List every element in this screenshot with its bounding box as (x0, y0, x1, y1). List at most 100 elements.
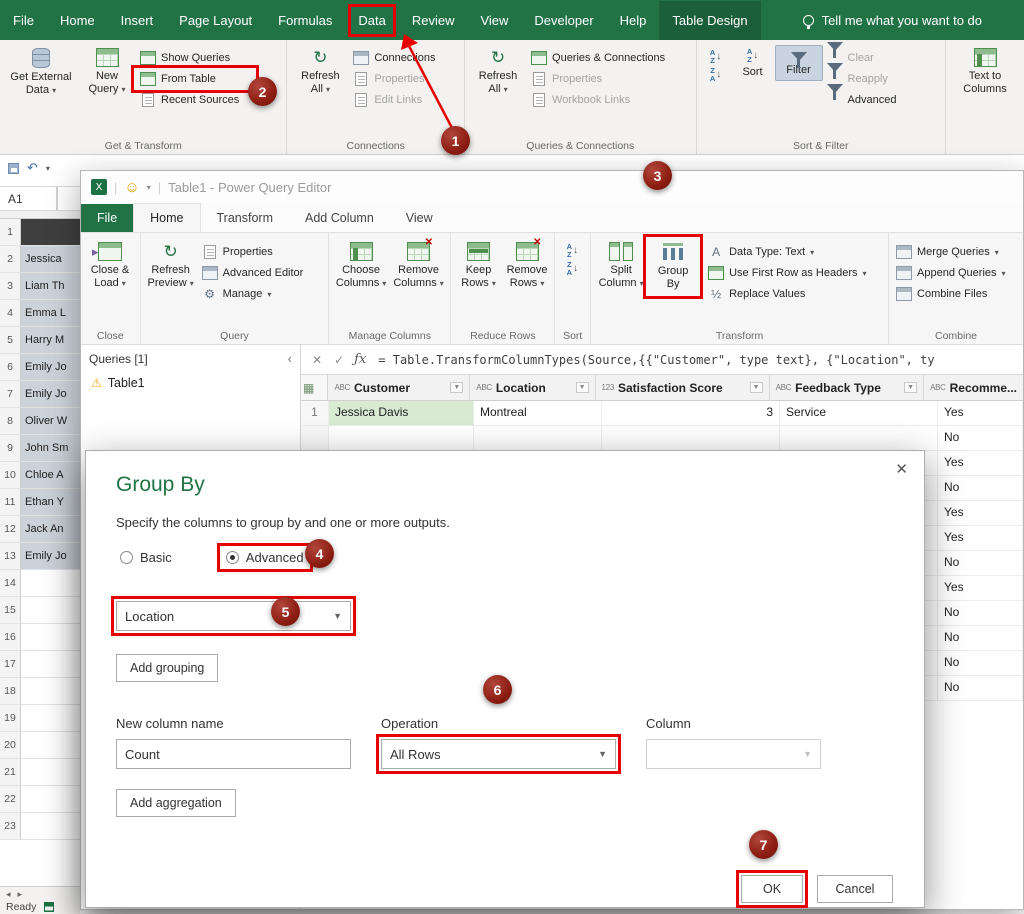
cell-recommend[interactable]: Yes (938, 576, 1023, 600)
close-icon[interactable]: ✕ (895, 460, 908, 478)
column-header-location[interactable]: ABC Location ▼ (470, 375, 595, 400)
advanced-editor-button[interactable]: Advanced Editor (198, 264, 324, 282)
pq-tab-transform[interactable]: Transform (201, 204, 290, 232)
ok-button[interactable]: OK (741, 875, 803, 903)
row-number[interactable]: 19 (0, 705, 21, 732)
show-queries-button[interactable]: Show Queries (136, 49, 254, 67)
row-number[interactable]: 21 (0, 759, 21, 786)
cell-feedback[interactable]: Service (780, 401, 938, 425)
cell-location[interactable] (474, 426, 602, 450)
sheet-row[interactable]: 19 (0, 705, 80, 732)
row-number[interactable]: 15 (0, 597, 21, 624)
name-box[interactable]: A1 (0, 187, 58, 210)
sheet-row[interactable]: 20 (0, 732, 80, 759)
cell-value[interactable] (21, 732, 80, 759)
cancel-formula-icon[interactable]: ✕ (307, 353, 327, 367)
cell-value[interactable]: Harry M (21, 327, 80, 354)
grid-row-1[interactable]: 1 Jessica Davis Montreal 3 Service Yes (301, 401, 1023, 426)
sheet-row[interactable]: 8 Oliver W (0, 408, 80, 435)
filter-dropdown-icon[interactable]: ▼ (904, 382, 917, 393)
sheet-nav-left-icon[interactable]: ◂ (6, 889, 11, 900)
cell-value[interactable]: Ethan Y (21, 489, 80, 516)
connections-button[interactable]: Connections (349, 49, 457, 67)
commit-formula-icon[interactable]: ✓ (329, 353, 349, 367)
operation-dropdown[interactable]: All Rows ▼ (381, 739, 616, 769)
row-number[interactable]: 20 (0, 732, 21, 759)
cell-value[interactable]: Emily Jo (21, 354, 80, 381)
row-number[interactable]: 10 (0, 462, 21, 489)
cell-value[interactable] (21, 651, 80, 678)
tab-review[interactable]: Review (399, 1, 468, 40)
row-number[interactable]: 1 (0, 219, 21, 246)
row-number[interactable]: 13 (0, 543, 21, 570)
tab-page-layout[interactable]: Page Layout (166, 1, 265, 40)
sheet-row[interactable]: 7 Emily Jo (0, 381, 80, 408)
tell-me-box[interactable]: Tell me what you want to do (803, 13, 1024, 28)
cell-score[interactable]: 3 (602, 401, 780, 425)
sheet-row[interactable]: 3 Liam Th (0, 273, 80, 300)
close-and-load-button[interactable]: Close & Load ▾ (84, 239, 136, 293)
row-number[interactable]: 6 (0, 354, 21, 381)
row-number[interactable]: 17 (0, 651, 21, 678)
choose-columns-button[interactable]: Choose Columns ▾ (332, 239, 390, 293)
save-icon[interactable] (8, 163, 19, 174)
cell-value[interactable] (21, 570, 80, 597)
cell-value[interactable] (21, 219, 80, 246)
cell-recommend[interactable]: No (938, 601, 1023, 625)
sheet-row[interactable]: 16 (0, 624, 80, 651)
row-number[interactable]: 3 (0, 273, 21, 300)
advanced-filter-button[interactable]: Advanced (823, 91, 927, 109)
new-column-name-input[interactable] (116, 739, 351, 769)
cell-value[interactable] (21, 597, 80, 624)
sheet-row[interactable]: 10 Chloe A (0, 462, 80, 489)
cell-value[interactable]: Chloe A (21, 462, 80, 489)
sheet-row[interactable]: 21 (0, 759, 80, 786)
cell-value[interactable]: Jack An (21, 516, 80, 543)
row-number[interactable]: 4 (0, 300, 21, 327)
row-number[interactable]: 23 (0, 813, 21, 840)
column-header-feedback-type[interactable]: ABC Feedback Type ▼ (770, 375, 925, 400)
remove-rows-button[interactable]: Remove Rows ▾ (503, 239, 552, 293)
sheet-row[interactable]: 5 Harry M (0, 327, 80, 354)
new-query-button[interactable]: New Query ▾ (78, 45, 136, 99)
cell-score[interactable] (602, 426, 780, 450)
combine-files-button[interactable]: Combine Files (892, 285, 1020, 303)
tab-table-design[interactable]: Table Design (659, 1, 760, 40)
cell-recommend[interactable]: Yes (938, 451, 1023, 475)
sheet-row[interactable]: 18 (0, 678, 80, 705)
cell-value[interactable] (21, 759, 80, 786)
chevron-down-icon[interactable]: ▾ (147, 183, 151, 192)
row-number[interactable]: 22 (0, 786, 21, 813)
properties-button-2[interactable]: Properties (527, 70, 691, 88)
sort-za-icon[interactable]: ZA↓ (567, 261, 578, 276)
row-number[interactable]: 18 (0, 678, 21, 705)
row-number[interactable]: 7 (0, 381, 21, 408)
cell-recommend[interactable]: No (938, 626, 1023, 650)
cell-value[interactable] (21, 705, 80, 732)
cell-value[interactable] (21, 624, 80, 651)
cell-value[interactable]: Liam Th (21, 273, 80, 300)
sheet-row[interactable]: 15 (0, 597, 80, 624)
row-number[interactable]: 2 (0, 246, 21, 273)
filter-dropdown-icon[interactable]: ▼ (576, 382, 589, 393)
use-first-row-button[interactable]: Use First Row as Headers ▾ (704, 264, 882, 282)
add-aggregation-button[interactable]: Add aggregation (116, 789, 236, 817)
cell-value[interactable]: Oliver W (21, 408, 80, 435)
sheet-row[interactable]: 6 Emily Jo (0, 354, 80, 381)
cancel-button[interactable]: Cancel (817, 875, 893, 903)
recent-sources-button[interactable]: Recent Sources (136, 91, 254, 109)
get-external-data-button[interactable]: Get External Data ▾ (4, 45, 78, 100)
tab-formulas[interactable]: Formulas (265, 1, 345, 40)
cell-recommend[interactable]: Yes (938, 501, 1023, 525)
group-column-dropdown[interactable]: Location ▼ (116, 601, 351, 631)
cell-recommend[interactable]: Yes (938, 526, 1023, 550)
cell-recommend[interactable]: No (938, 476, 1023, 500)
row-number[interactable]: 14 (0, 570, 21, 597)
cell-recommend[interactable]: No (938, 426, 1023, 450)
sheet-row[interactable]: 12 Jack An (0, 516, 80, 543)
tab-file[interactable]: File (0, 1, 47, 40)
sheet-row[interactable]: 13 Emily Jo (0, 543, 80, 570)
split-column-button[interactable]: Split Column ▾ (594, 239, 648, 293)
cell-value[interactable]: Jessica (21, 246, 80, 273)
column-header-satisfaction-score[interactable]: 123 Satisfaction Score ▼ (596, 375, 770, 400)
